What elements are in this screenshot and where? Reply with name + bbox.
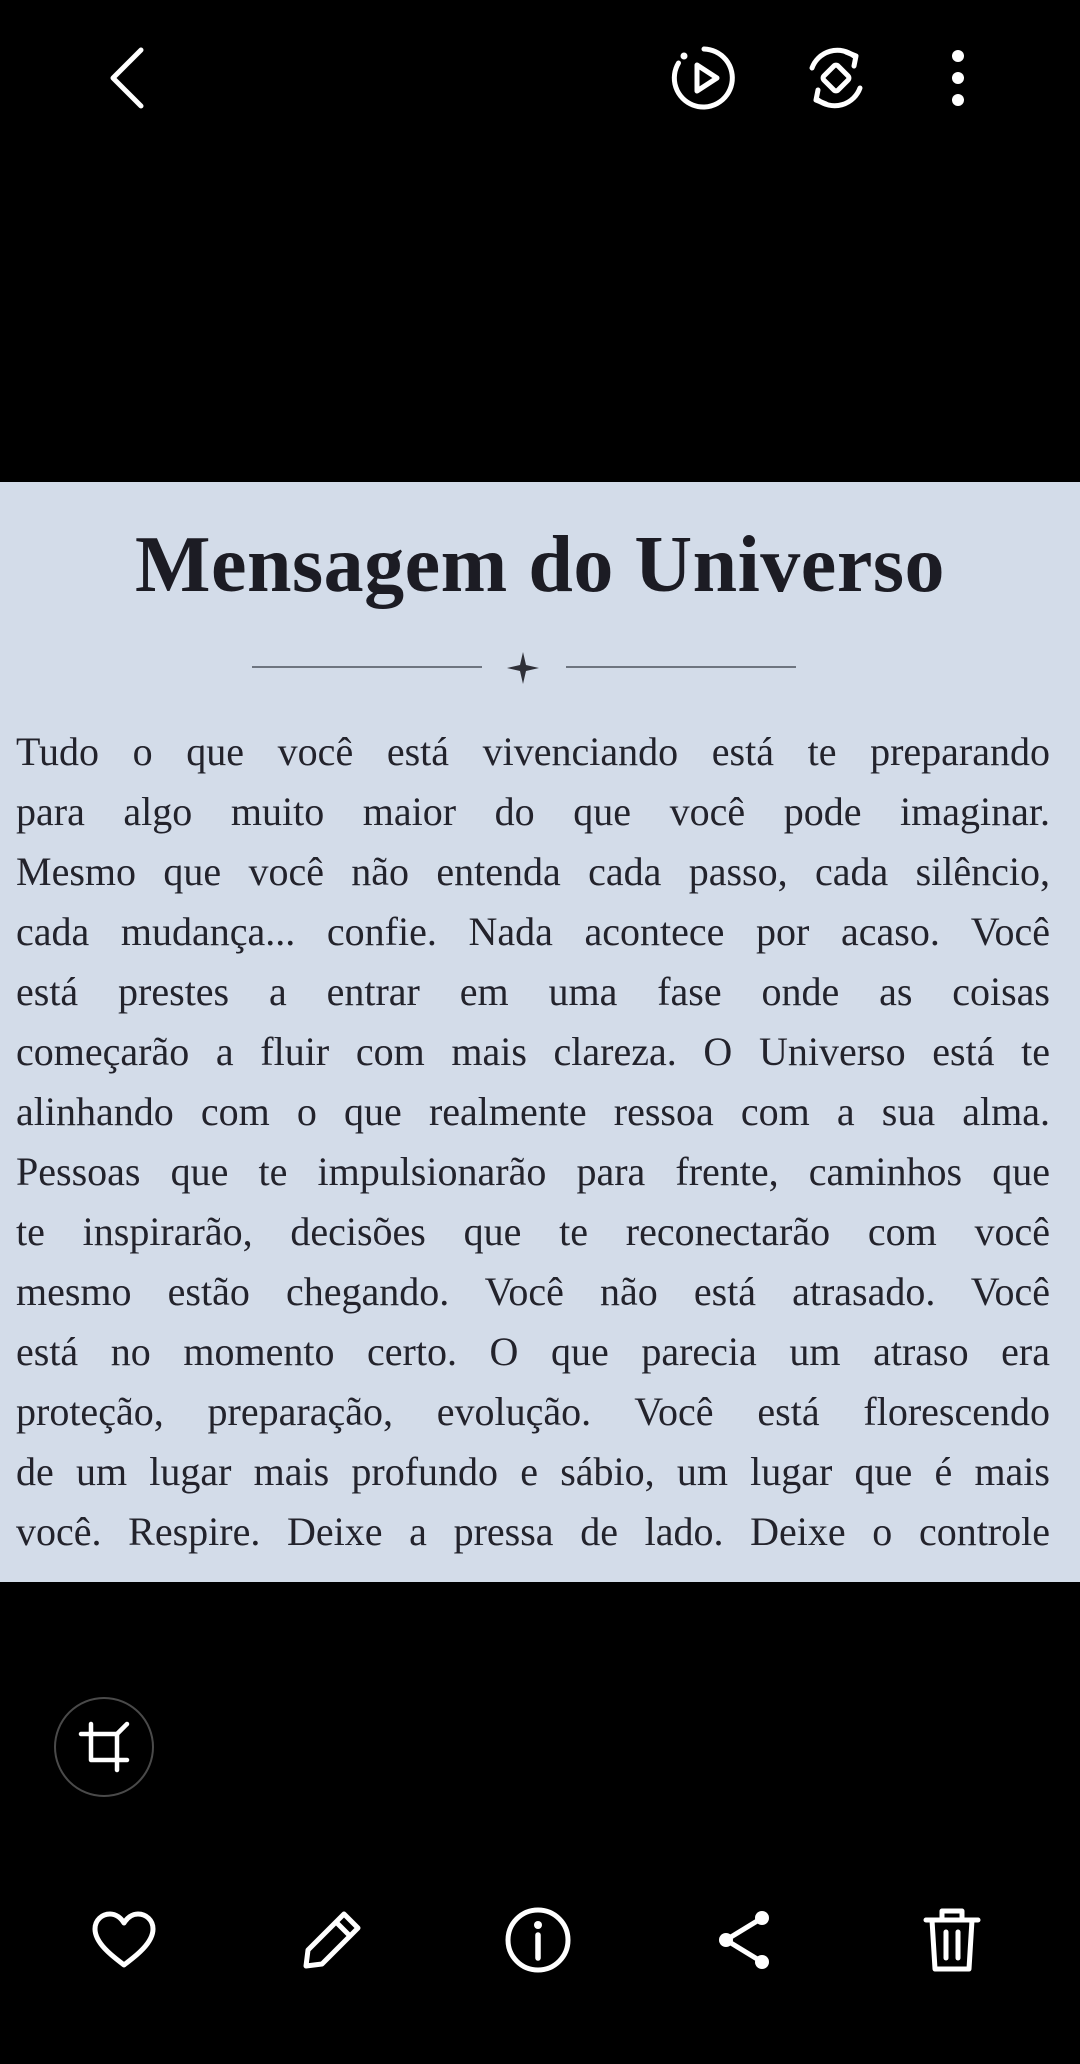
- photo-title: Mensagem do Universo: [135, 521, 945, 609]
- favorite-button[interactable]: [84, 1900, 164, 1980]
- body-line: você. Respire. Deixe a pressa de lado. D…: [16, 1509, 1050, 1554]
- body-line: Tudo o que você está vivenciando está te…: [16, 729, 1050, 774]
- info-icon: [505, 1907, 571, 1973]
- body-line: está no momento certo. O que parecia um …: [16, 1329, 1050, 1374]
- bottom-action-bar: [0, 1890, 1080, 2000]
- photo-image[interactable]: Mensagem do Universo Tudo o que você est…: [0, 482, 1080, 1582]
- share-button[interactable]: [704, 1900, 784, 1980]
- body-line: está prestes a entrar em uma fase onde a…: [16, 969, 1050, 1014]
- photo-body-text: Tudo o que você está vivenciando está te…: [16, 722, 1050, 1562]
- play-circle-icon: [671, 46, 735, 110]
- body-line: proteção, preparação, evolução. Você est…: [16, 1389, 1050, 1434]
- body-line: te inspirarão, decisões que te reconecta…: [16, 1209, 1050, 1254]
- trash-icon: [923, 1908, 981, 1972]
- details-button[interactable]: [498, 1900, 578, 1980]
- body-line: começarão a fluir com mais clareza. O Un…: [16, 1029, 1050, 1074]
- heart-icon: [92, 1911, 156, 1968]
- body-line: Mesmo que você não entenda cada passo, c…: [16, 849, 1050, 894]
- crop-icon: [78, 1721, 130, 1773]
- pencil-icon: [303, 1911, 361, 1969]
- crop-button[interactable]: [54, 1697, 154, 1797]
- chevron-left-icon: [110, 47, 144, 109]
- share-icon: [719, 1911, 769, 1969]
- divider-left: [252, 666, 482, 668]
- more-vertical-icon: [952, 50, 964, 106]
- body-line: para algo muito maior do que você pode i…: [16, 789, 1050, 834]
- divider-right: [566, 666, 796, 668]
- more-options-button[interactable]: [938, 38, 978, 118]
- body-line: alinhando com o que realmente ressoa com…: [16, 1089, 1050, 1134]
- top-bar: [0, 0, 1080, 160]
- back-button[interactable]: [92, 40, 162, 116]
- edit-button[interactable]: [292, 1900, 372, 1980]
- rotate-diamond-icon: [809, 47, 863, 109]
- remaster-button[interactable]: [796, 38, 876, 118]
- body-line: de um lugar mais profundo e sábio, um lu…: [16, 1449, 1050, 1494]
- body-line: Pessoas que te impulsionarão para frente…: [16, 1149, 1050, 1194]
- delete-button[interactable]: [912, 1900, 992, 1980]
- body-line: mesmo estão chegando. Você não está atra…: [16, 1269, 1050, 1314]
- body-line: cada mudança... confie. Nada acontece po…: [16, 909, 1050, 954]
- star-ornament-icon: [507, 652, 539, 684]
- motion-photo-button[interactable]: [664, 38, 744, 118]
